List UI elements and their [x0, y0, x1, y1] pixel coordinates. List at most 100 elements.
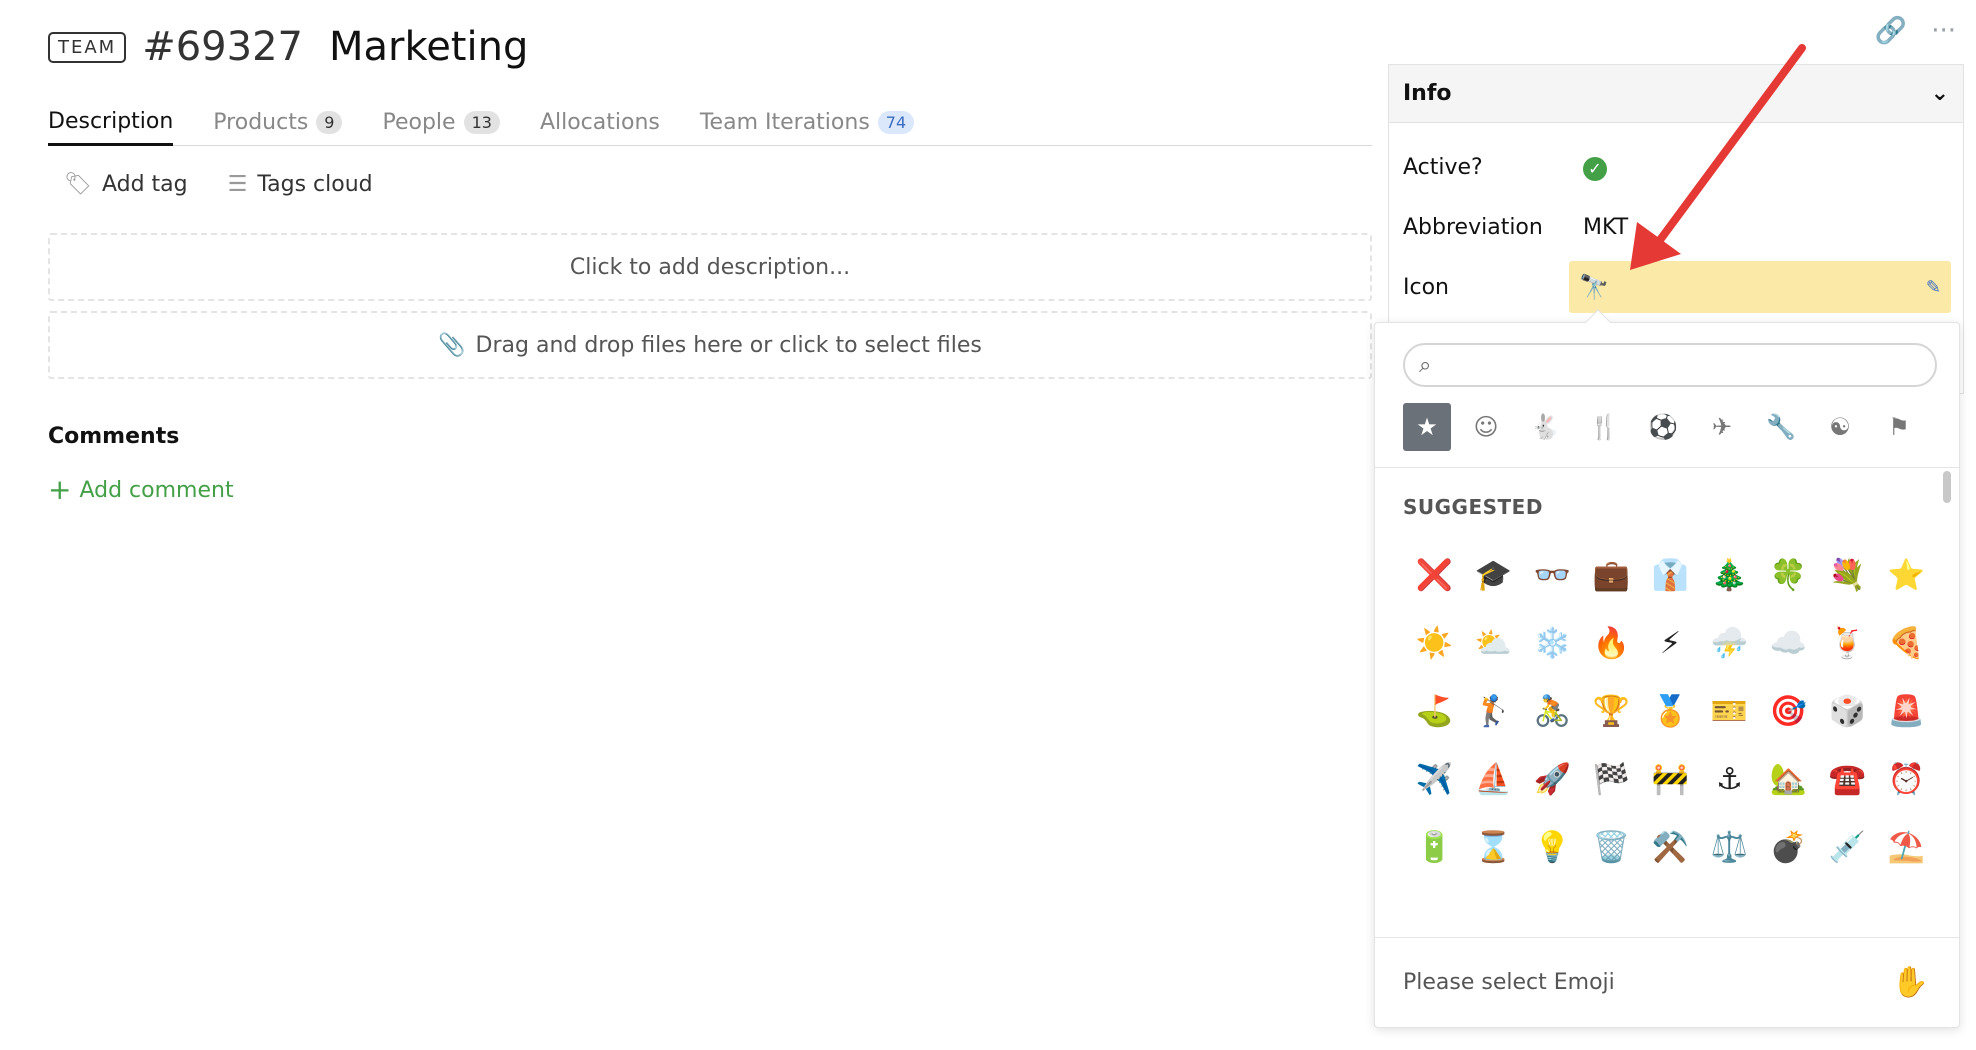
emoji-option[interactable]: ✈️: [1405, 745, 1464, 813]
food-icon[interactable]: 🍴: [1580, 403, 1628, 451]
more-icon[interactable]: ···: [1931, 16, 1956, 46]
tag-bar: 🏷 Add tag ☰ Tags cloud: [64, 172, 373, 197]
chevron-down-icon[interactable]: ⌄: [1931, 81, 1949, 106]
star-icon[interactable]: ★: [1403, 403, 1451, 451]
emoji-option[interactable]: ⛈️: [1700, 609, 1759, 677]
icon-field[interactable]: 🔭 ✎: [1569, 261, 1951, 313]
emoji-option[interactable]: 👔: [1641, 541, 1700, 609]
emoji-glyph: 🔥: [1592, 625, 1631, 661]
emoji-option[interactable]: 🏡: [1759, 745, 1818, 813]
hand-icon: ✋: [1891, 965, 1929, 1000]
emoji-search-input[interactable]: [1441, 352, 1935, 378]
emoji-option[interactable]: ⏰: [1877, 745, 1936, 813]
emoji-option[interactable]: 🎯: [1759, 677, 1818, 745]
emoji-option[interactable]: 🎄: [1700, 541, 1759, 609]
tab-bar: Description Products 9 People 13 Allocat…: [48, 100, 1372, 146]
emoji-option[interactable]: 💡: [1523, 813, 1582, 867]
entity-name[interactable]: Marketing: [329, 24, 528, 70]
tags-cloud-button[interactable]: ☰ Tags cloud: [228, 172, 373, 197]
emoji-option[interactable]: 🍹: [1818, 609, 1877, 677]
plane-icon[interactable]: ✈: [1698, 403, 1746, 451]
tab-count: 13: [463, 111, 500, 134]
emoji-glyph: 💡: [1533, 829, 1572, 865]
emoji-option[interactable]: 🏆: [1582, 677, 1641, 745]
emoji-option[interactable]: 🎫: [1700, 677, 1759, 745]
emoji-option[interactable]: ☁️: [1759, 609, 1818, 677]
emoji-option[interactable]: 💉: [1818, 813, 1877, 867]
scrollbar[interactable]: [1943, 471, 1951, 503]
emoji-option[interactable]: 🗑️: [1582, 813, 1641, 867]
emoji-option[interactable]: ⚖️: [1700, 813, 1759, 867]
tab-description[interactable]: Description: [48, 100, 174, 146]
file-drop-zone[interactable]: 📎 Drag and drop files here or click to s…: [48, 311, 1372, 379]
abbreviation-value[interactable]: MKT: [1583, 215, 1628, 240]
add-tag-button[interactable]: 🏷 Add tag: [64, 172, 188, 197]
emoji-option[interactable]: ⛳: [1405, 677, 1464, 745]
check-icon: ✓: [1583, 157, 1607, 181]
emoji-option[interactable]: 🚧: [1641, 745, 1700, 813]
emoji-option[interactable]: ⚒️: [1641, 813, 1700, 867]
emoji-glyph: 🏅: [1651, 693, 1690, 729]
comments-heading: Comments: [48, 424, 180, 449]
icon-label: Icon: [1403, 275, 1449, 300]
emoji-glyph: ⛈️: [1710, 625, 1749, 661]
emoji-option[interactable]: ❌: [1405, 541, 1464, 609]
emoji-search[interactable]: ⌕: [1403, 343, 1937, 387]
emoji-glyph: 🏆: [1592, 693, 1631, 729]
emoji-option[interactable]: 🍕: [1877, 609, 1936, 677]
emoji-glyph: ✈️: [1415, 761, 1454, 797]
emoji-option[interactable]: 🏌️: [1464, 677, 1523, 745]
tab-products[interactable]: Products 9: [213, 100, 343, 146]
active-status[interactable]: ✓: [1583, 155, 1607, 181]
emoji-glyph: ⭐: [1887, 557, 1926, 593]
add-comment-button[interactable]: + Add comment: [48, 476, 234, 504]
emoji-option[interactable]: 🚴: [1523, 677, 1582, 745]
emoji-option[interactable]: ⌛: [1464, 813, 1523, 867]
emoji-option[interactable]: 🏅: [1641, 677, 1700, 745]
emoji-option[interactable]: ☀️: [1405, 609, 1464, 677]
pencil-icon[interactable]: ✎: [1926, 277, 1941, 298]
emoji-option[interactable]: 🎓: [1464, 541, 1523, 609]
symbols-icon[interactable]: ☯: [1816, 403, 1864, 451]
emoji-glyph: ❌: [1415, 557, 1454, 593]
emoji-glyph: ☎️: [1828, 761, 1867, 797]
emoji-option[interactable]: 👓: [1523, 541, 1582, 609]
emoji-option[interactable]: 💼: [1582, 541, 1641, 609]
emoji-option[interactable]: ⛱️: [1877, 813, 1936, 867]
animal-icon[interactable]: 🐇: [1521, 403, 1569, 451]
emoji-option[interactable]: ⛵: [1464, 745, 1523, 813]
emoji-option[interactable]: 🍀: [1759, 541, 1818, 609]
emoji-option[interactable]: ☎️: [1818, 745, 1877, 813]
emoji-glyph: ⛅: [1474, 625, 1513, 661]
smiley-icon[interactable]: ☺: [1462, 403, 1510, 451]
tab-label: Allocations: [539, 110, 660, 135]
emoji-option[interactable]: 🔥: [1582, 609, 1641, 677]
emoji-option[interactable]: 💣: [1759, 813, 1818, 867]
emoji-glyph: ⚒️: [1651, 829, 1690, 865]
wrench-icon[interactable]: 🔧: [1757, 403, 1805, 451]
emoji-option[interactable]: 🚀: [1523, 745, 1582, 813]
tab-allocations[interactable]: Allocations: [540, 100, 660, 146]
emoji-glyph: 🎄: [1710, 557, 1749, 593]
emoji-option[interactable]: 🏁: [1582, 745, 1641, 813]
emoji-option[interactable]: 🎲: [1818, 677, 1877, 745]
description-area[interactable]: Click to add description...: [48, 233, 1372, 301]
emoji-option[interactable]: ⛅: [1464, 609, 1523, 677]
tab-people[interactable]: People 13: [382, 100, 500, 146]
emoji-option[interactable]: 🔋: [1405, 813, 1464, 867]
emoji-option[interactable]: 💐: [1818, 541, 1877, 609]
emoji-option[interactable]: ❄️: [1523, 609, 1582, 677]
emoji-option[interactable]: ⚡: [1641, 609, 1700, 677]
ball-icon[interactable]: ⚽: [1639, 403, 1687, 451]
tab-team-iterations[interactable]: Team Iterations 74: [700, 100, 915, 146]
tab-label: People: [382, 110, 456, 135]
flag-icon[interactable]: ⚑: [1875, 403, 1923, 451]
emoji-option[interactable]: ⭐: [1877, 541, 1936, 609]
info-panel-header[interactable]: Info ⌄: [1389, 65, 1963, 123]
emoji-glyph: ❄️: [1533, 625, 1572, 661]
emoji-option[interactable]: 🚨: [1877, 677, 1936, 745]
link-icon[interactable]: 🔗: [1875, 16, 1907, 46]
tag-icon: 🏷: [64, 172, 92, 197]
emoji-glyph: 🔋: [1415, 829, 1454, 865]
emoji-option[interactable]: ⚓: [1700, 745, 1759, 813]
